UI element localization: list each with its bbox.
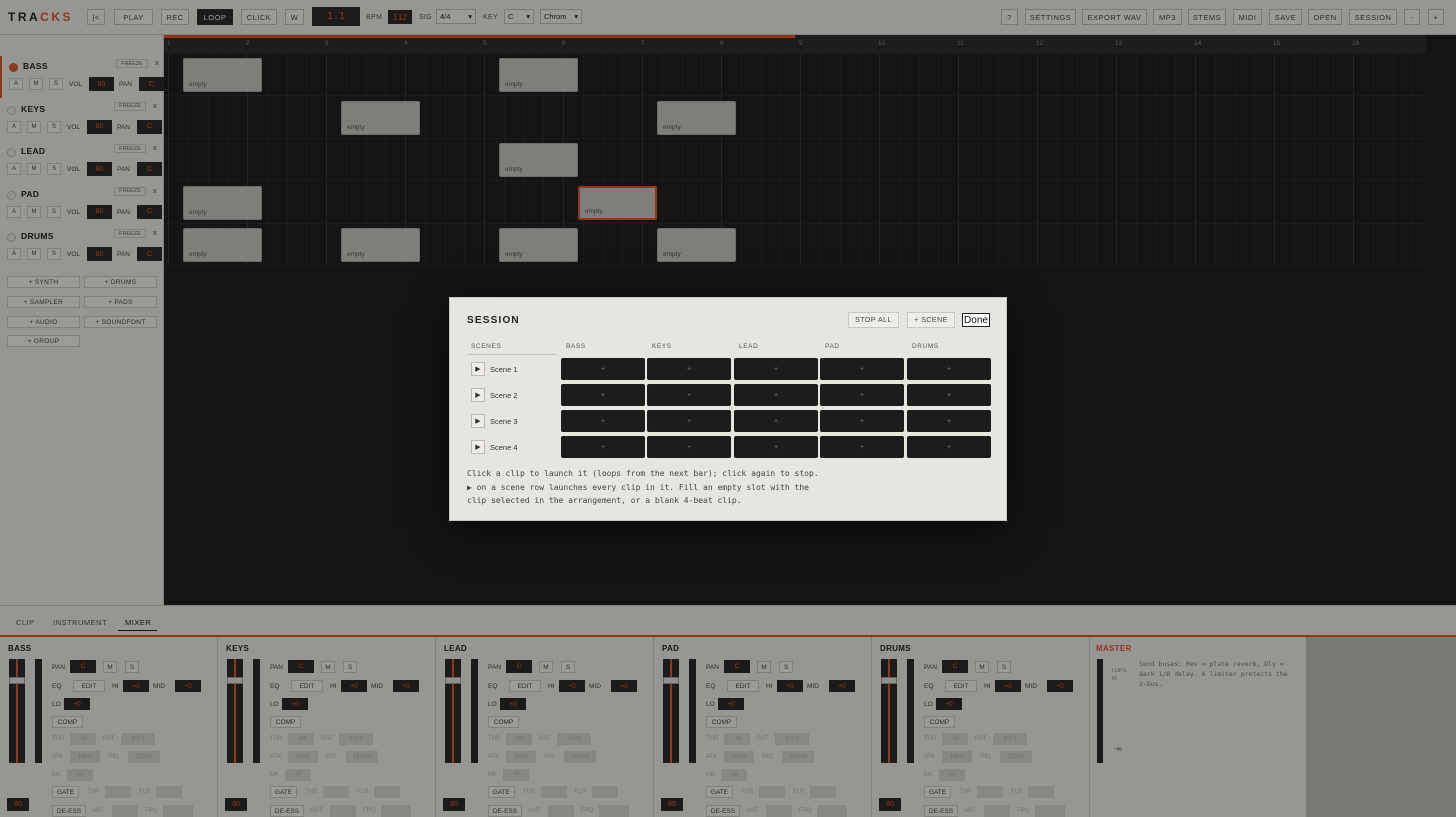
session-help-text: Click a clip to launch it (loops from th… (467, 469, 819, 505)
column-header-lead: LEAD (739, 343, 759, 350)
clip-slot[interactable]: + (561, 384, 645, 406)
clip-slot[interactable]: + (820, 410, 904, 432)
play-scene-icon[interactable]: ▶ (471, 414, 485, 428)
scene-name: Scene 2 (490, 391, 518, 400)
scene-row: ▶ Scene 3 (467, 410, 557, 432)
stop-all-button[interactable]: STOP ALL (848, 312, 899, 328)
clip-slot[interactable]: + (561, 410, 645, 432)
clip-slot[interactable]: + (820, 436, 904, 458)
done-button[interactable]: Done (962, 313, 990, 327)
clip-slot[interactable]: + (647, 436, 731, 458)
clip-slot[interactable]: + (647, 410, 731, 432)
add-scene-button[interactable]: + SCENE (907, 312, 955, 328)
clip-slot[interactable]: + (734, 410, 818, 432)
clip-slot[interactable]: + (820, 358, 904, 380)
clip-slot[interactable]: + (561, 358, 645, 380)
play-scene-icon[interactable]: ▶ (471, 362, 485, 376)
column-header-pad: PAD (825, 343, 840, 350)
clip-slot[interactable]: + (647, 358, 731, 380)
scenes-header: SCENES (471, 343, 502, 350)
column-header-bass: BASS (566, 343, 586, 350)
session-dialog: SESSION STOP ALL + SCENE Done SCENES Cli… (449, 297, 1007, 521)
clip-slot[interactable]: + (734, 384, 818, 406)
clip-slot[interactable]: + (820, 384, 904, 406)
dialog-title: SESSION (467, 315, 520, 326)
daw-app: TRACKS |< PLAY REC LOOP CLICK W 1.1 BPM … (0, 0, 1456, 817)
clip-slot[interactable]: + (734, 358, 818, 380)
play-scene-icon[interactable]: ▶ (471, 440, 485, 454)
column-header-drums: DRUMS (912, 343, 939, 350)
clip-slot[interactable]: + (561, 436, 645, 458)
header-divider (467, 354, 557, 355)
scene-row: ▶ Scene 1 (467, 358, 557, 380)
clip-slot[interactable]: + (907, 410, 991, 432)
clip-slot[interactable]: + (907, 358, 991, 380)
scene-row: ▶ Scene 2 (467, 384, 557, 406)
clip-slot[interactable]: + (907, 436, 991, 458)
scene-name: Scene 4 (490, 443, 518, 452)
scene-name: Scene 1 (490, 365, 518, 374)
clip-slot[interactable]: + (907, 384, 991, 406)
clip-slot[interactable]: + (647, 384, 731, 406)
scene-row: ▶ Scene 4 (467, 436, 557, 458)
play-scene-icon[interactable]: ▶ (471, 388, 485, 402)
column-header-keys: KEYS (652, 343, 672, 350)
clip-slot[interactable]: + (734, 436, 818, 458)
scene-name: Scene 3 (490, 417, 518, 426)
